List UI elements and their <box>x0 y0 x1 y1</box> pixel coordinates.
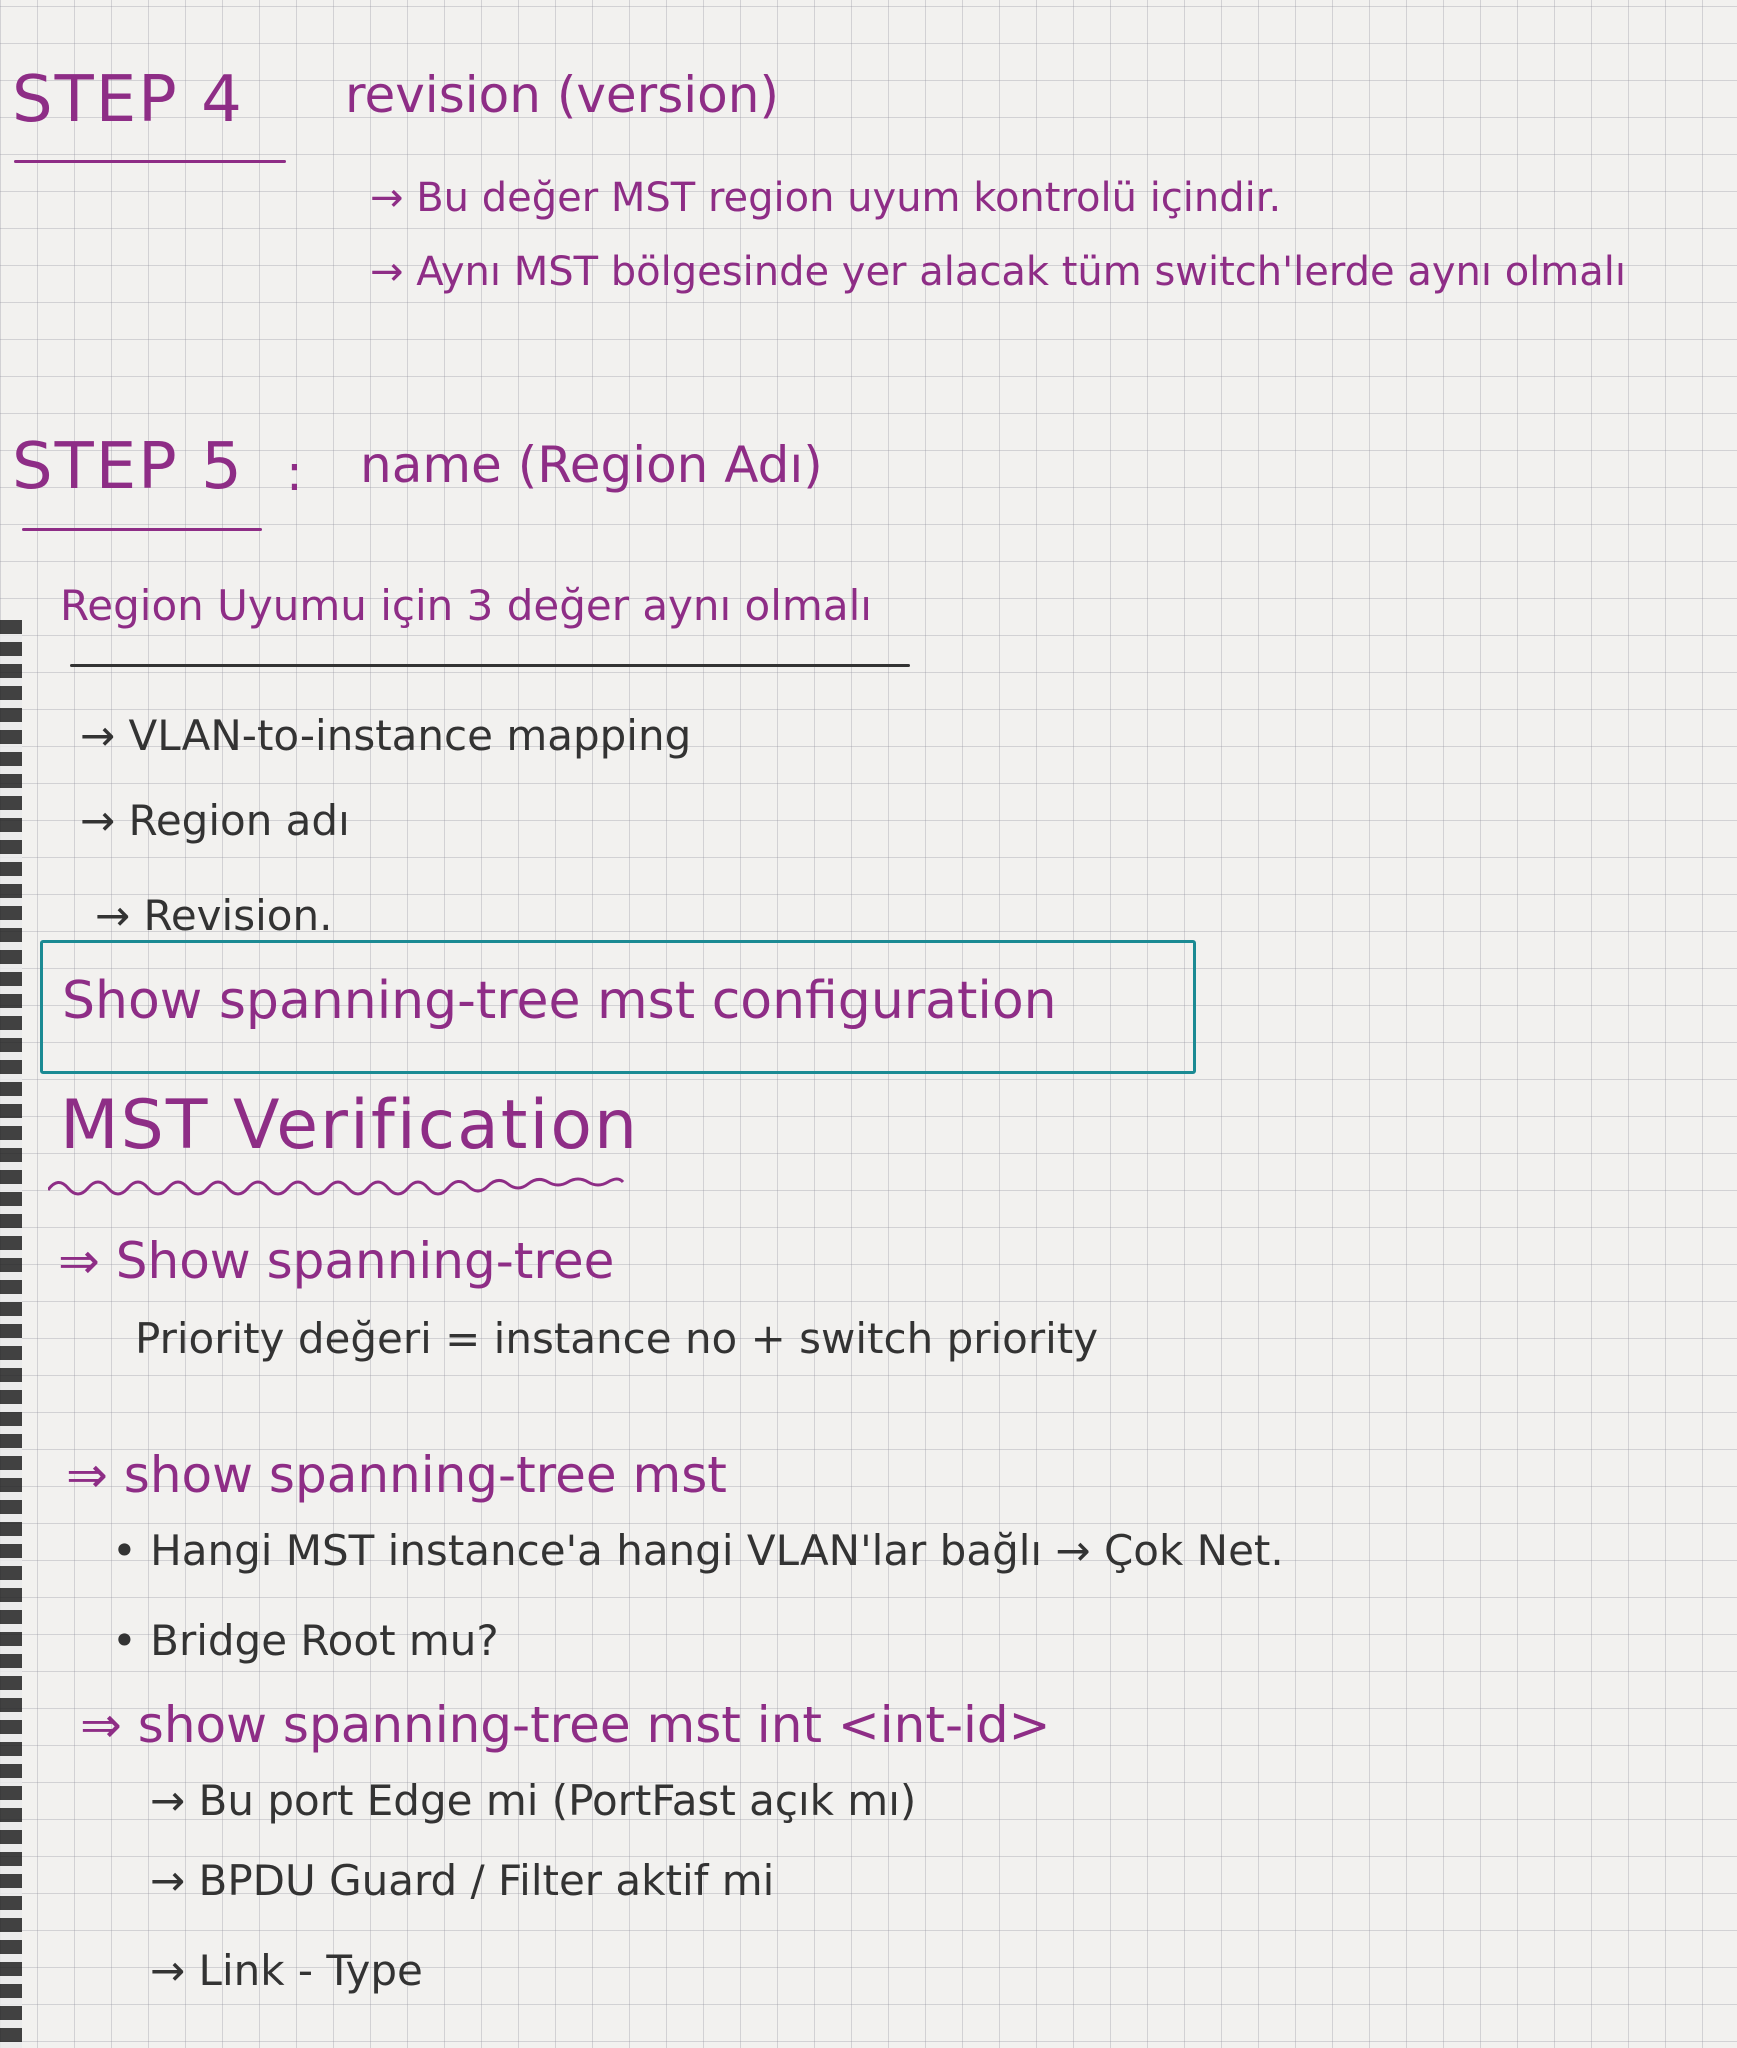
verification-cmd3-item-1: → Bu port Edge mi (PortFast açık mı) <box>150 1776 917 1825</box>
verification-cmd2-bullet-1: • Hangi MST instance'a hangi VLAN'lar ba… <box>112 1526 1284 1575</box>
step4-underline <box>14 160 286 163</box>
verification-cmd3: ⇒ show spanning-tree mst int <int-id> <box>80 1696 1051 1754</box>
region-match-item-2: → Region adı <box>80 796 350 845</box>
verification-cmd2-bullet-2: • Bridge Root mu? <box>112 1616 499 1665</box>
verification-title: MST Verification <box>60 1086 640 1165</box>
verification-cmd3-item-2: → BPDU Guard / Filter aktif mi <box>150 1856 775 1905</box>
region-match-underline <box>70 664 910 667</box>
verification-cmd1-note: Priority değeri = instance no + switch p… <box>135 1314 1099 1363</box>
spiral-binding <box>0 620 22 2048</box>
step4-title: revision (version) <box>345 66 779 124</box>
step5-heading: STEP 5 <box>12 430 244 504</box>
region-match-title: Region Uyumu için 3 değer aynı olmalı <box>60 581 872 630</box>
step4-heading: STEP 4 <box>12 63 244 137</box>
region-match-item-1: → VLAN-to-instance mapping <box>80 711 692 760</box>
step4-note-2: → Aynı MST bölgesinde yer alacak tüm swi… <box>370 249 1626 295</box>
notebook-page: STEP 4 revision (version) → Bu değer MST… <box>0 0 1737 2048</box>
verification-cmd1: ⇒ Show spanning-tree <box>58 1232 615 1290</box>
verification-cmd3-item-3: → Link - Type <box>150 1946 423 1995</box>
step5-title: name (Region Adı) <box>360 436 823 494</box>
command-box-text: Show spanning-tree mst configuration <box>62 971 1057 1031</box>
verification-cmd2: ⇒ show spanning-tree mst <box>66 1446 727 1504</box>
region-match-item-3: → Revision. <box>95 891 333 940</box>
step5-colon: : <box>286 444 303 502</box>
step4-note-1: → Bu değer MST region uyum kontrolü için… <box>370 175 1282 221</box>
step5-underline <box>22 528 262 531</box>
verification-wavy-underline <box>48 1177 625 1196</box>
